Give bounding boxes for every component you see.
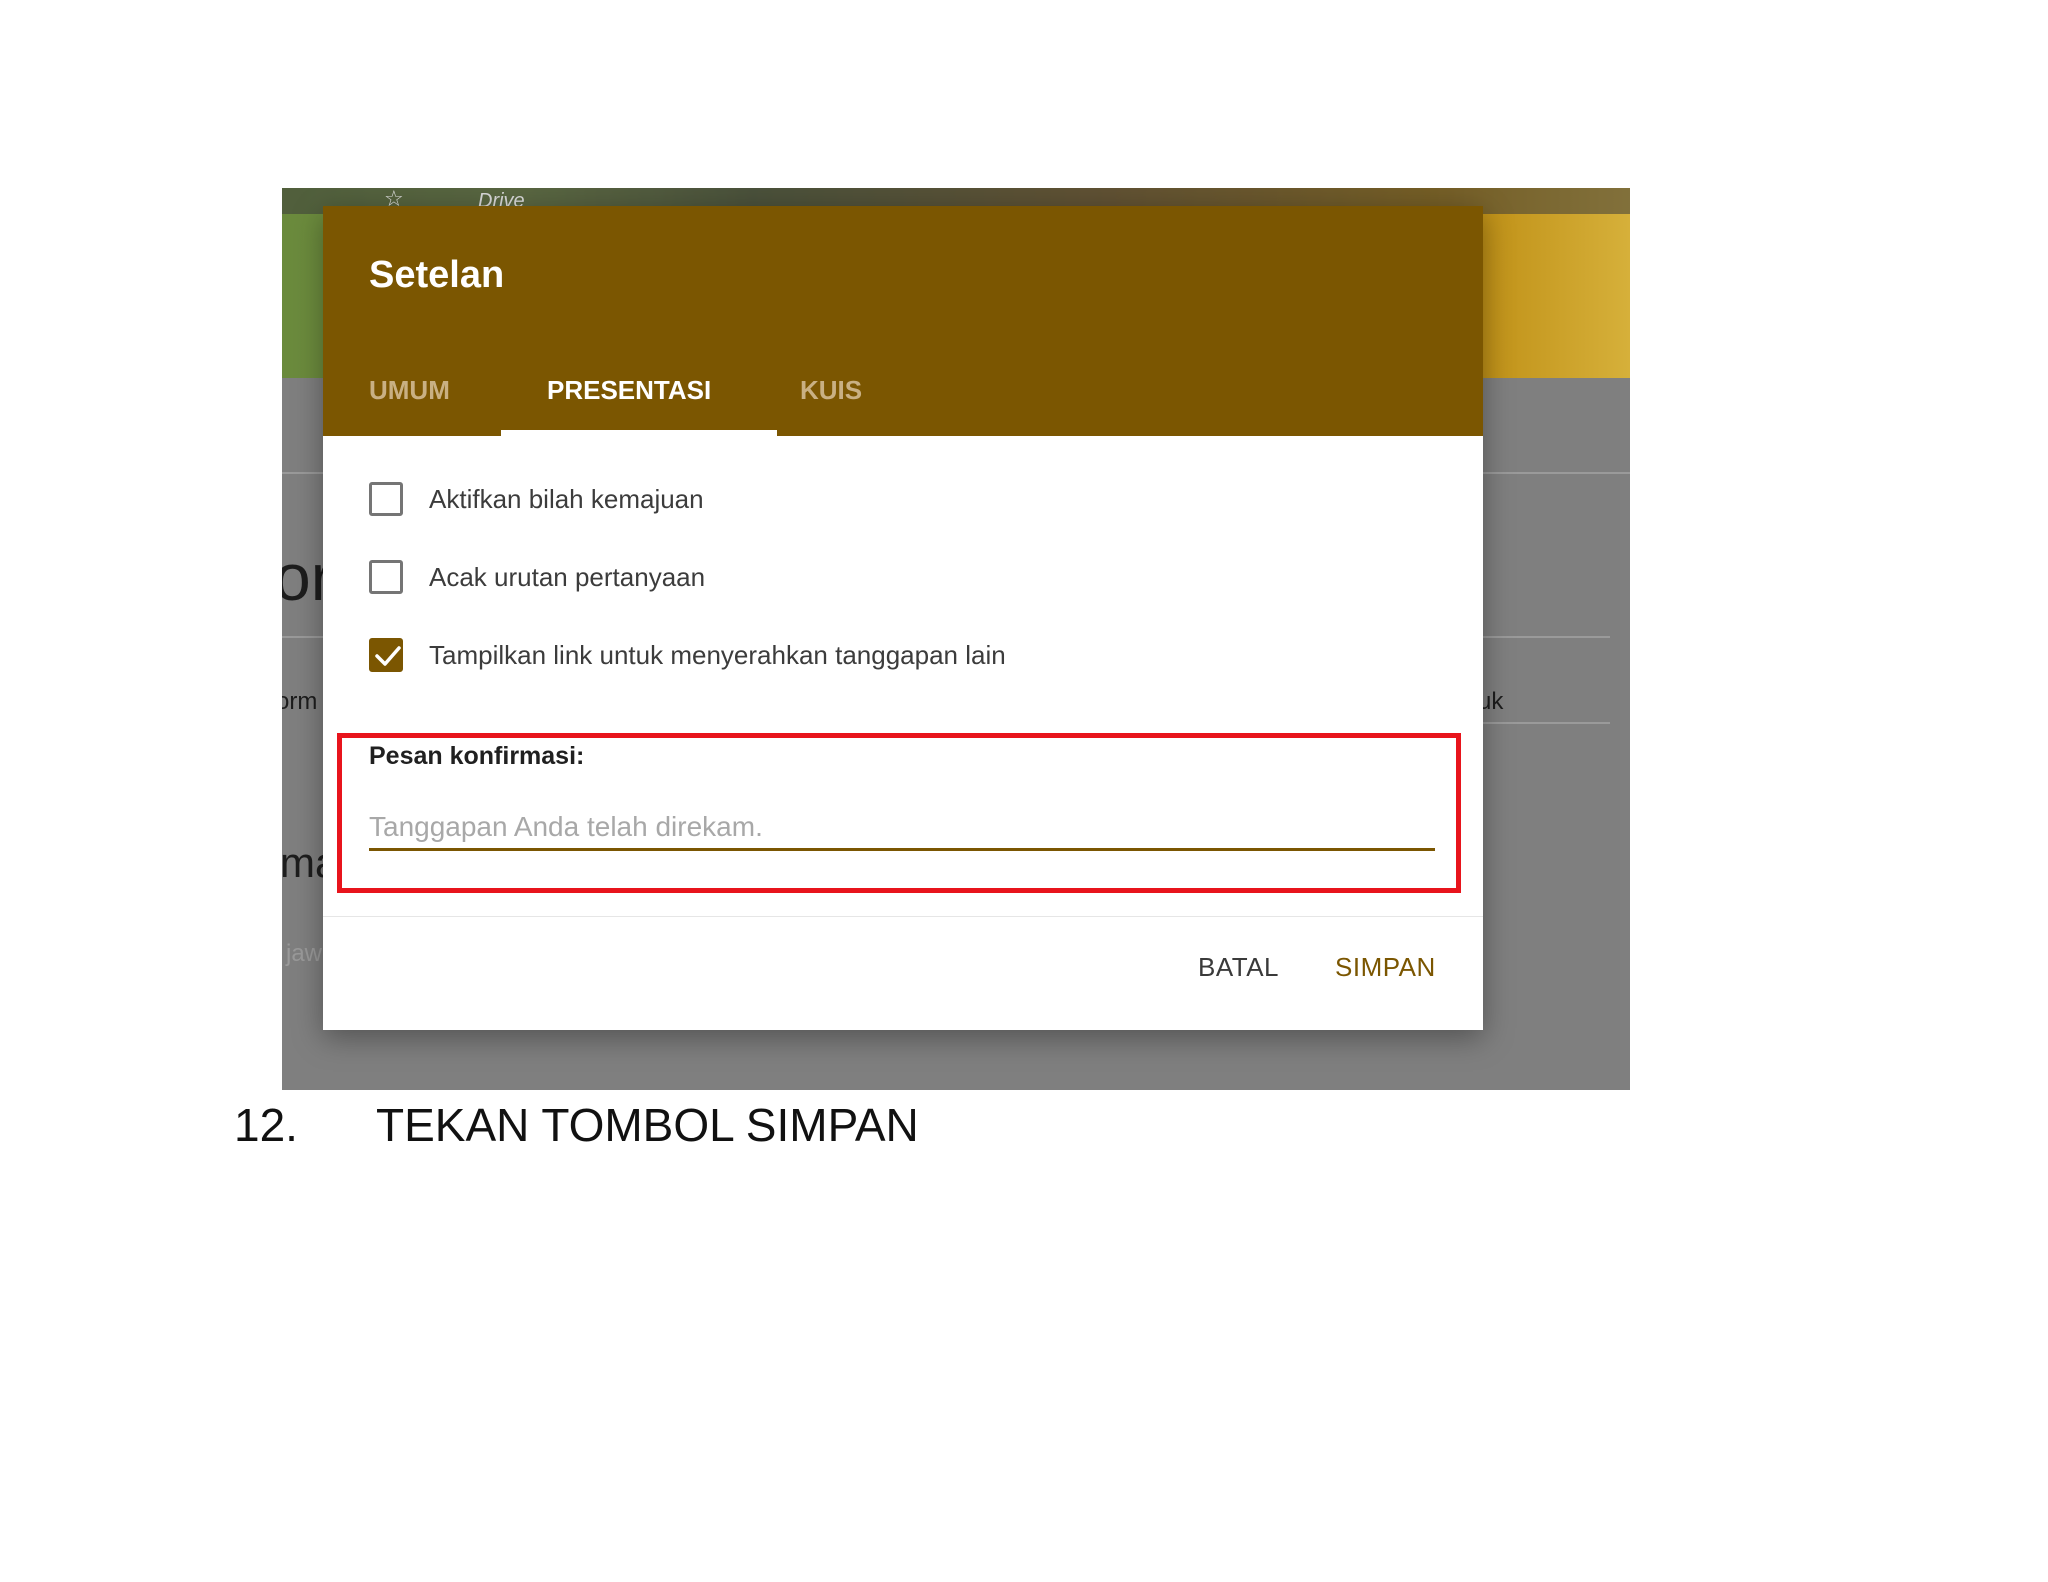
shuffle-questions-checkbox[interactable] [369,560,403,594]
settings-dialog: Setelan UMUM PRESENTASI KUIS Aktifkan bi… [323,206,1483,1030]
active-tab-indicator [501,430,777,436]
dialog-header: Setelan UMUM PRESENTASI KUIS [323,206,1483,436]
step-number: 12. [234,1099,298,1151]
step-instruction: TEKAN TOMBOL SIMPAN [376,1099,919,1151]
progress-bar-checkbox[interactable] [369,482,403,516]
tab-umum[interactable]: UMUM [369,370,450,436]
submit-another-link-checkbox[interactable] [369,638,403,672]
form-description-fragment: orm [282,688,318,715]
dialog-title: Setelan [369,254,505,296]
confirmation-message-input[interactable] [369,806,1435,851]
dialog-footer-divider [323,916,1483,917]
tab-presentasi[interactable]: PRESENTASI [547,370,711,436]
tab-kuis[interactable]: KUIS [800,370,862,436]
cancel-button[interactable]: BATAL [1198,952,1279,983]
option-label: Acak urutan pertanyaan [429,562,706,592]
confirmation-message-label: Pesan konfirmasi: [369,742,585,770]
option-label: Aktifkan bilah kemajuan [429,484,704,514]
checkmark-icon [375,646,401,666]
save-button[interactable]: SIMPAN [1335,952,1436,983]
option-label: Tampilkan link untuk menyerahkan tanggap… [429,640,1006,670]
divider [1482,722,1610,724]
form-editor-screenshot: ☆ Drive or orm ma jaw uk Setelan UMUM PR… [282,188,1630,1090]
answer-placeholder-fragment: jaw [286,940,323,967]
